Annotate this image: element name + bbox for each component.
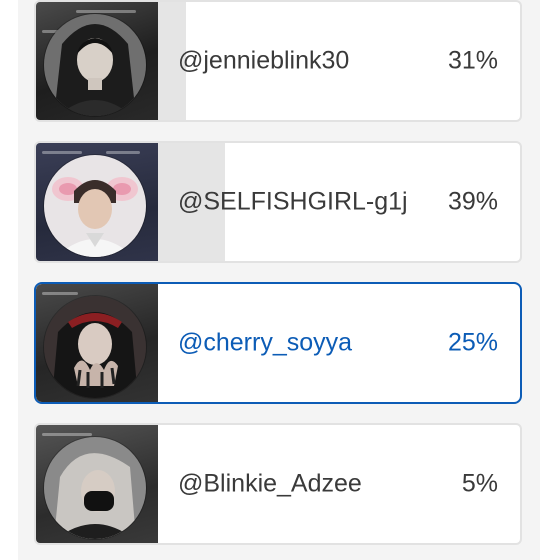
option-handle: @SELFISHGIRL-g1j bbox=[178, 187, 408, 216]
poll-container: @jennieblink30 31% @SELFISHGIRL-g1j 39% … bbox=[18, 0, 540, 560]
option-percent: 25% bbox=[447, 328, 498, 357]
profile-thumbnail bbox=[36, 284, 158, 402]
profile-thumbnail bbox=[36, 143, 158, 261]
poll-option-selfishgirl[interactable]: @SELFISHGIRL-g1j 39% bbox=[34, 141, 522, 263]
option-percent: 5% bbox=[461, 469, 498, 498]
poll-option-jennieblink30[interactable]: @jennieblink30 31% bbox=[34, 0, 522, 122]
profile-thumbnail bbox=[36, 2, 158, 120]
avatar bbox=[44, 437, 146, 539]
option-percent: 39% bbox=[447, 187, 498, 216]
option-handle: @cherry_soyya bbox=[178, 328, 353, 357]
option-handle: @Blinkie_Adzee bbox=[178, 469, 362, 498]
option-percent: 31% bbox=[447, 46, 498, 75]
poll-option-cherry-soyya[interactable]: @cherry_soyya 25% bbox=[34, 282, 522, 404]
avatar bbox=[44, 296, 146, 398]
avatar bbox=[44, 155, 146, 257]
avatar bbox=[44, 14, 146, 116]
profile-thumbnail bbox=[36, 425, 158, 543]
poll-option-blinkie-adzee[interactable]: @Blinkie_Adzee 5% bbox=[34, 423, 522, 545]
option-handle: @jennieblink30 bbox=[178, 46, 350, 75]
